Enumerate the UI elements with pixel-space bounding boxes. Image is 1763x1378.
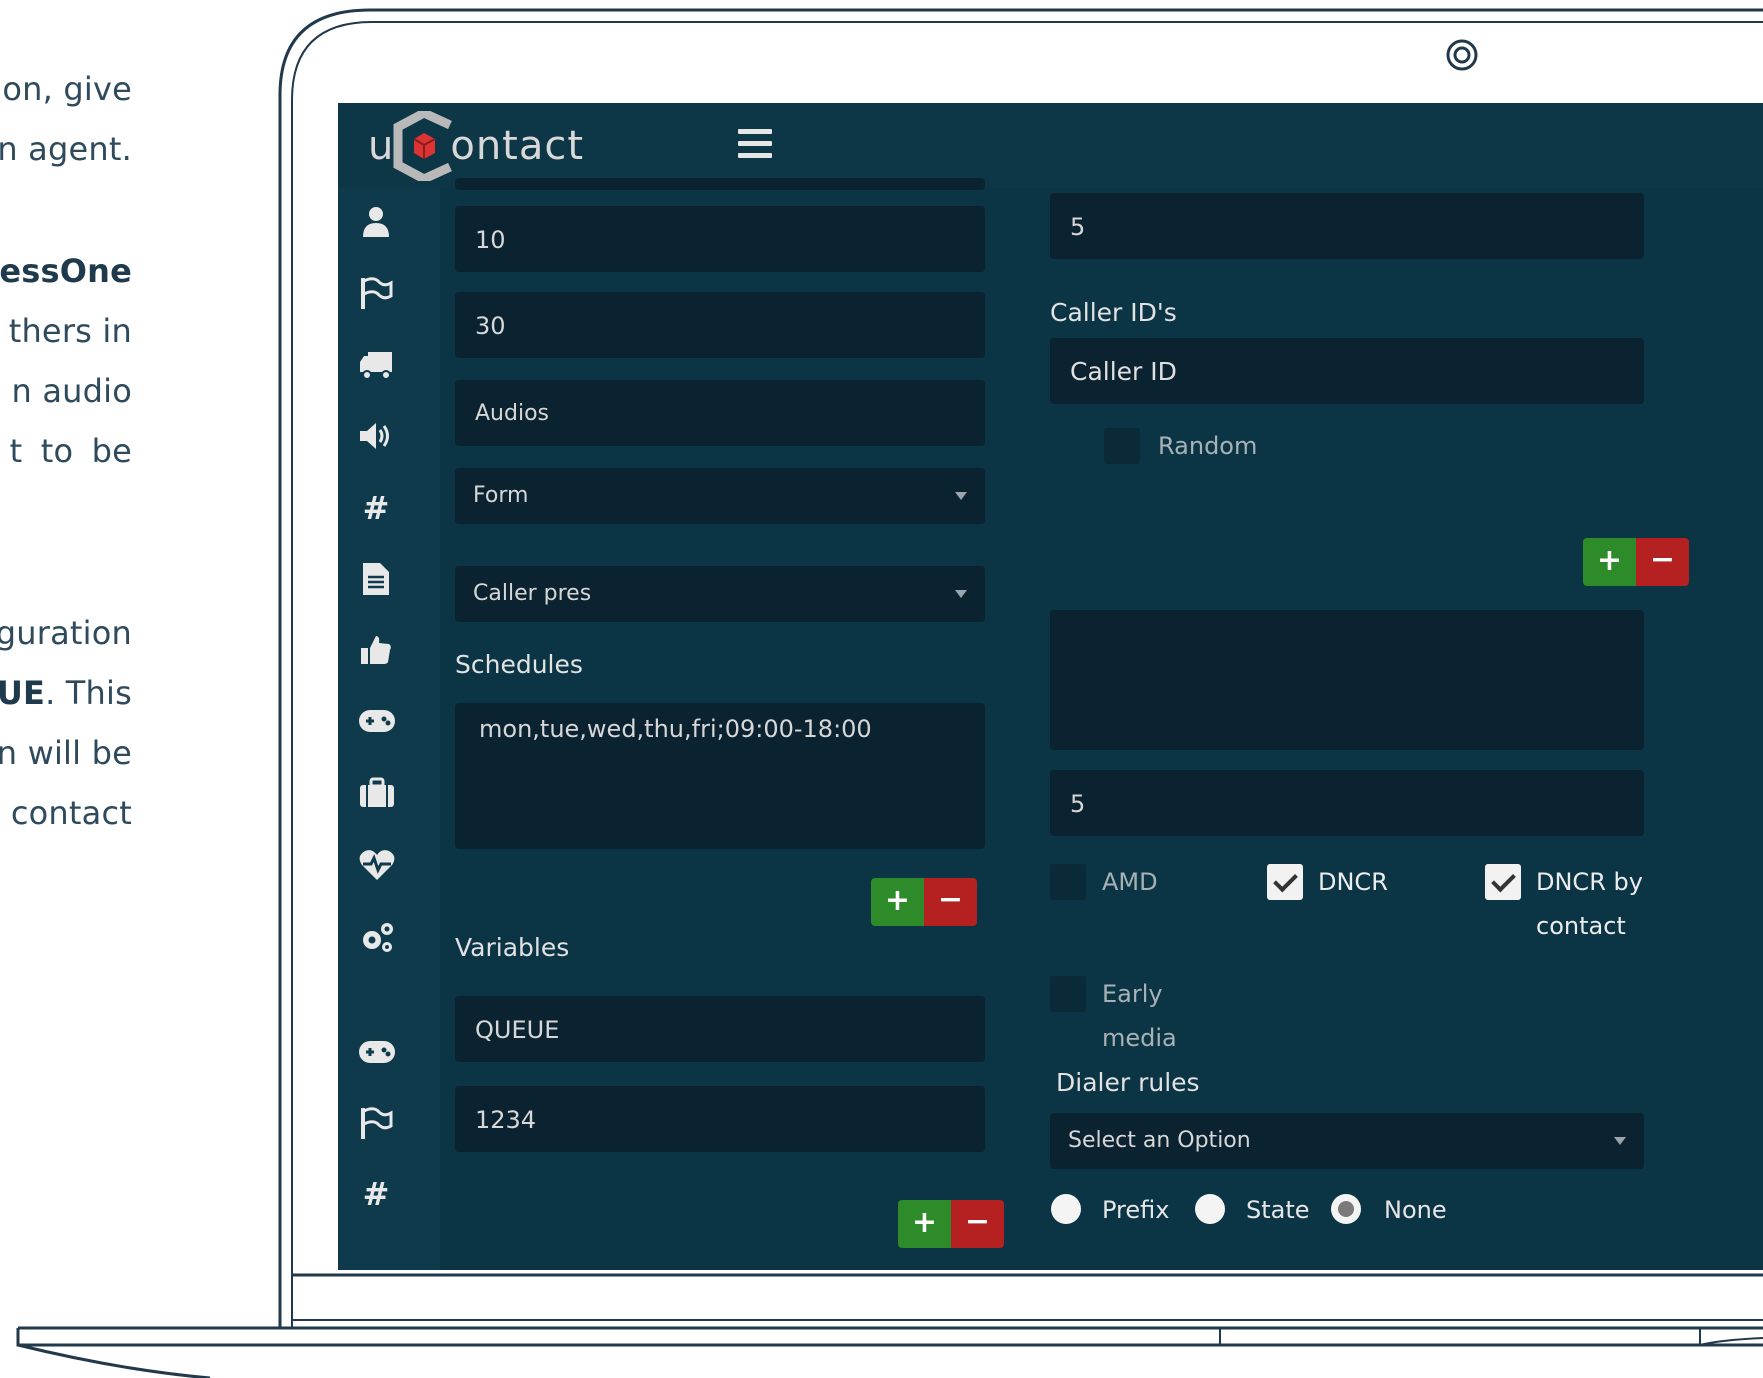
logo-text: u — [368, 123, 395, 169]
state-radio-label: State — [1246, 1196, 1310, 1224]
variable-name-input[interactable]: QUEUE — [455, 996, 985, 1062]
random-checkbox[interactable] — [1104, 428, 1140, 464]
variables-label: Variables — [455, 933, 570, 962]
input-value: 30 — [475, 312, 506, 340]
schedules-add-remove: + − — [871, 878, 977, 926]
truck-icon[interactable] — [358, 348, 394, 384]
caller-id-add-remove: + − — [1583, 538, 1689, 586]
form-select[interactable]: Form — [455, 468, 985, 524]
remove-variable-button[interactable]: − — [951, 1200, 1004, 1248]
prefix-radio-label: Prefix — [1102, 1196, 1170, 1224]
gamepad-icon[interactable] — [358, 1036, 395, 1072]
logo-text: ontact — [450, 123, 585, 169]
cogs-icon[interactable] — [358, 920, 394, 956]
input-placeholder: Caller ID — [1070, 357, 1177, 386]
none-radio[interactable] — [1331, 1194, 1361, 1224]
dncr-checkbox[interactable] — [1267, 864, 1303, 900]
flag-icon[interactable] — [358, 1106, 394, 1142]
dialer-rules-select[interactable]: Select an Option — [1050, 1113, 1644, 1169]
volume-icon[interactable] — [358, 420, 394, 456]
remove-caller-id-button[interactable]: − — [1636, 538, 1689, 586]
numeric-input[interactable]: 10 — [455, 206, 985, 272]
select-value: Caller pres — [473, 581, 592, 606]
input-value: Audios — [475, 401, 549, 426]
dialer-rules-label: Dialer rules — [1056, 1068, 1200, 1097]
add-schedule-button[interactable]: + — [871, 878, 924, 926]
app-logo: u ontact — [368, 111, 584, 181]
input-value: QUEUE — [475, 1016, 560, 1044]
heartbeat-icon[interactable] — [358, 848, 395, 884]
dncr-label: DNCR — [1318, 868, 1388, 896]
dncr-by-contact-label: contact — [1536, 912, 1626, 940]
field-partial[interactable] — [455, 178, 985, 190]
dncr-by-contact-label: DNCR by — [1536, 868, 1643, 896]
select-value: Form — [473, 483, 529, 508]
textarea-value: mon,tue,wed,thu,fri;09:00-18:00 — [479, 715, 872, 743]
none-radio-label: None — [1384, 1196, 1447, 1224]
input-value: 5 — [1070, 213, 1086, 241]
chevron-down-icon — [1614, 1137, 1626, 1145]
audios-input[interactable]: Audios — [455, 380, 985, 446]
flag-icon[interactable] — [358, 276, 394, 312]
file-icon[interactable] — [358, 561, 394, 597]
sidebar: # # — [338, 188, 440, 1270]
hashtag-icon[interactable]: # — [358, 490, 394, 526]
add-variable-button[interactable]: + — [898, 1200, 951, 1248]
caller-id-list[interactable] — [1050, 610, 1644, 750]
logo-mark-icon — [393, 111, 453, 181]
early-media-label: Early — [1102, 980, 1163, 1008]
campaign-form: 10 30 Audios Form Caller pres Schedules … — [440, 178, 1763, 1270]
caller-id-input[interactable]: Caller ID — [1050, 338, 1644, 404]
webcam-icon — [1446, 39, 1478, 71]
caller-ids-label: Caller ID's — [1050, 298, 1177, 327]
user-icon[interactable] — [358, 205, 394, 241]
schedules-textarea[interactable]: mon,tue,wed,thu,fri;09:00-18:00 — [455, 703, 985, 849]
numeric-input[interactable]: 30 — [455, 292, 985, 358]
remove-schedule-button[interactable]: − — [924, 878, 977, 926]
amd-checkbox[interactable] — [1050, 864, 1086, 900]
suitcase-icon[interactable] — [358, 777, 394, 813]
chevron-down-icon — [955, 590, 967, 598]
numeric-input[interactable]: 5 — [1050, 770, 1644, 836]
state-radio[interactable] — [1195, 1194, 1225, 1224]
variable-value-input[interactable]: 1234 — [455, 1086, 985, 1152]
early-media-checkbox[interactable] — [1050, 976, 1086, 1012]
input-value: 1234 — [475, 1106, 537, 1134]
prefix-radio[interactable] — [1051, 1194, 1081, 1224]
chevron-down-icon — [955, 492, 967, 500]
thumbs-up-icon[interactable] — [358, 633, 394, 669]
hamburger-menu-icon[interactable] — [738, 129, 772, 163]
top-navbar: u ontact — [338, 103, 1763, 188]
input-value: 10 — [475, 226, 506, 254]
gamepad-icon[interactable] — [358, 705, 395, 741]
dncr-by-contact-checkbox[interactable] — [1485, 864, 1521, 900]
select-value: Select an Option — [1068, 1128, 1251, 1153]
add-caller-id-button[interactable]: + — [1583, 538, 1636, 586]
variables-add-remove: + − — [898, 1200, 1004, 1248]
caller-pres-select[interactable]: Caller pres — [455, 566, 985, 622]
amd-label: AMD — [1102, 868, 1158, 896]
numeric-input[interactable]: 5 — [1050, 193, 1644, 259]
app-screen: u ontact # # 10 30 Audios Form Caller pr… — [338, 103, 1763, 1270]
input-value: 5 — [1070, 790, 1086, 818]
random-label: Random — [1158, 432, 1258, 460]
early-media-label: media — [1102, 1024, 1177, 1052]
hashtag-icon[interactable]: # — [358, 1176, 394, 1212]
schedules-label: Schedules — [455, 650, 583, 679]
